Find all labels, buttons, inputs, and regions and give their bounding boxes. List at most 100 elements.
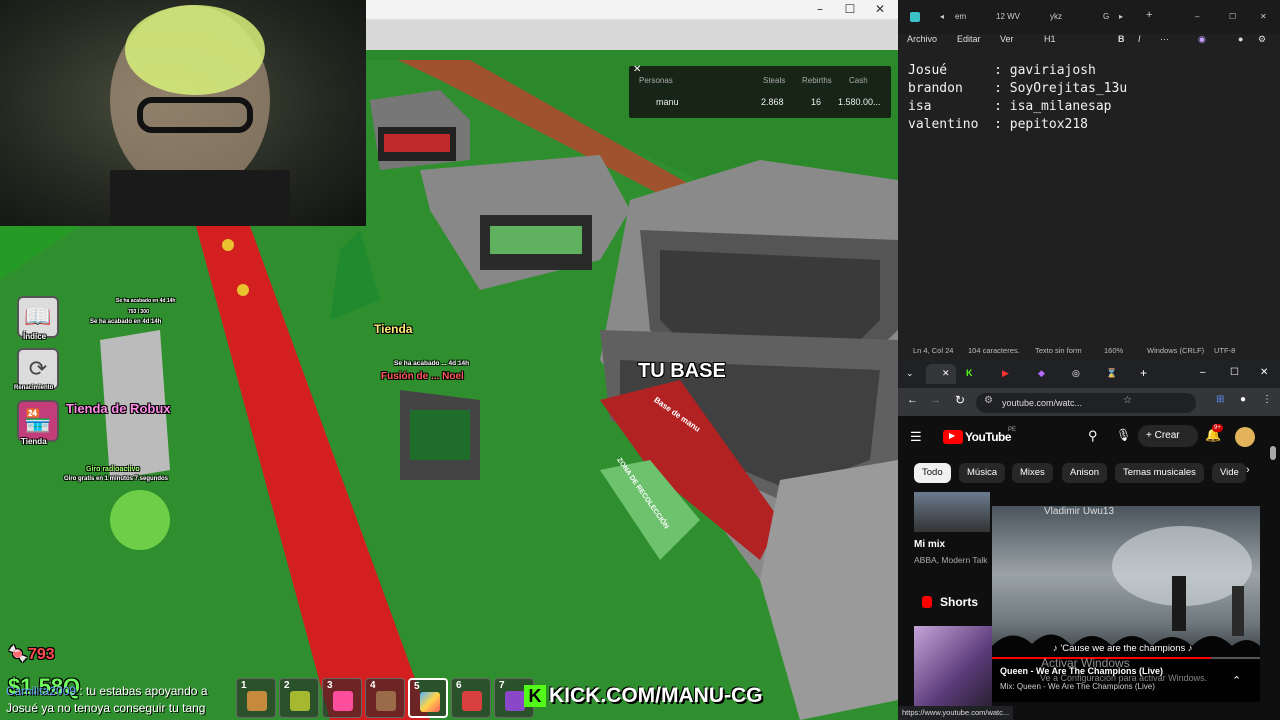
- create-button[interactable]: + Crear: [1138, 425, 1198, 447]
- notepad-window[interactable]: ◂ em 12 WV ykz G ▸ + – ☐ ✕ Archivo Edita…: [898, 0, 1280, 360]
- windows-watermark: Activar Windows: [1041, 656, 1130, 670]
- kick-url: KICK.COM/MANU-CG: [549, 684, 763, 707]
- browser-window[interactable]: ⌄ ✕ K ▶ ◆ ◎ ⌛ + – ☐ ✕ ← → ↻ ⊞ ● ⋮ youtub…: [898, 360, 1280, 720]
- italic-icon[interactable]: I: [1138, 34, 1141, 44]
- minimize-icon[interactable]: –: [1200, 367, 1206, 378]
- minimize-icon[interactable]: –: [1195, 12, 1199, 21]
- maximize-icon[interactable]: ☐: [1229, 12, 1236, 21]
- lb-player-rebirths: 16: [811, 97, 822, 107]
- mic-icon[interactable]: 🎙: [1116, 428, 1131, 442]
- refresh-icon: ⟳: [28, 356, 48, 381]
- hotbar-slot-4[interactable]: 4: [365, 678, 405, 718]
- close-icon[interactable]: ✕: [1260, 367, 1268, 378]
- hotbar-slot-2[interactable]: 2: [279, 678, 319, 718]
- scrollbar[interactable]: [1270, 446, 1276, 460]
- menu-editar[interactable]: Editar: [957, 34, 981, 44]
- more-icon[interactable]: ···: [1160, 34, 1169, 44]
- game-window[interactable]: – ☐ ✕ ✕ Personas Steals Rebirths Cash ma…: [0, 0, 898, 720]
- zoom-level: 160%: [1104, 346, 1124, 355]
- back-icon[interactable]: ◂: [940, 12, 944, 21]
- bookmark-star-icon[interactable]: ☆: [1123, 395, 1132, 406]
- chip-temas-musicales[interactable]: Temas musicales: [1115, 463, 1204, 483]
- maximize-icon[interactable]: ☐: [838, 2, 862, 16]
- tab-3[interactable]: ykz: [1050, 12, 1062, 21]
- game-titlebar: – ☐ ✕: [366, 0, 898, 20]
- tab-icon[interactable]: ◎: [1072, 368, 1080, 379]
- hamburger-menu-icon[interactable]: ☰: [910, 429, 922, 445]
- close-icon[interactable]: ✕: [942, 368, 950, 379]
- reload-icon[interactable]: ↻: [955, 393, 965, 407]
- shop-button-label: Tienda: [21, 437, 47, 446]
- search-icon[interactable]: ⚲: [1088, 428, 1098, 444]
- mix-subtitle: ABBA, Modern Talk: [914, 555, 988, 565]
- maximize-icon[interactable]: ☐: [1230, 367, 1239, 378]
- slot-number: 6: [456, 680, 462, 691]
- new-tab-icon[interactable]: +: [1140, 366, 1147, 380]
- play-icon: ▶: [949, 431, 956, 440]
- chip-musica[interactable]: Música: [959, 463, 1006, 483]
- lb-player-cash: 1.580.00...: [838, 97, 881, 107]
- rebirth-label: Renacimiento: [14, 385, 54, 391]
- account-icon[interactable]: ●: [1240, 394, 1246, 405]
- shop-button[interactable]: 🏪: [17, 400, 59, 442]
- forward-icon[interactable]: →: [930, 394, 941, 406]
- minimize-icon[interactable]: –: [808, 2, 832, 16]
- tab-icon[interactable]: ⌛: [1106, 368, 1117, 379]
- lb-player-steals: 2.868: [761, 97, 784, 107]
- encoding: UTF-8: [1214, 346, 1236, 355]
- youtube-tab-icon[interactable]: ▶: [1002, 368, 1009, 379]
- book-icon: 📖: [24, 304, 52, 329]
- rebirth-button[interactable]: ⟳: [17, 348, 59, 390]
- close-icon[interactable]: ✕: [868, 2, 892, 16]
- close-icon[interactable]: ✕: [633, 64, 641, 75]
- slot-number: 1: [241, 680, 247, 691]
- active-tab[interactable]: [926, 364, 956, 384]
- leaderboard: ✕ Personas Steals Rebirths Cash manu 2.8…: [629, 64, 891, 118]
- hotbar-slot-1[interactable]: 1: [236, 678, 276, 718]
- lb-header-personas: Personas: [639, 76, 673, 85]
- account-icon[interactable]: ●: [1238, 34, 1243, 44]
- webcam-overlay: [0, 0, 366, 226]
- gear-icon[interactable]: ⚙: [1258, 34, 1266, 45]
- menu-icon[interactable]: ⋮: [1262, 394, 1272, 405]
- tab-list-icon[interactable]: ⌄: [906, 368, 914, 379]
- tab-4[interactable]: G: [1103, 12, 1109, 21]
- avatar[interactable]: [1235, 427, 1255, 447]
- heading-dropdown[interactable]: H1: [1044, 34, 1056, 44]
- twitch-tab-icon[interactable]: ◆: [1038, 368, 1045, 379]
- menu-ver[interactable]: Ver: [1000, 34, 1014, 44]
- site-info-icon[interactable]: ⚙: [984, 395, 993, 406]
- windows-watermark-sub: Ve a Configuración para activar Windows.: [1040, 673, 1208, 683]
- bold-icon[interactable]: B: [1118, 34, 1125, 44]
- new-tab-icon[interactable]: +: [1146, 9, 1152, 21]
- chevron-up-icon[interactable]: ⌃: [1232, 674, 1241, 687]
- youtube-logo[interactable]: YouTube: [965, 430, 1012, 444]
- chip-anison[interactable]: Anison: [1062, 463, 1108, 483]
- shop-label: Tienda: [374, 322, 413, 336]
- chip-mixes[interactable]: Mixes: [1012, 463, 1053, 483]
- address-bar[interactable]: youtube.com/watc...: [976, 393, 1196, 413]
- lb-header-steals: Steals: [763, 76, 786, 85]
- mix-title[interactable]: Mi mix: [914, 539, 945, 550]
- tab-1[interactable]: em: [955, 12, 966, 21]
- item-icon: [376, 691, 396, 711]
- hotbar-slot-3[interactable]: 3: [322, 678, 362, 718]
- copilot-icon[interactable]: ◉: [1198, 34, 1206, 45]
- kick-tab-icon[interactable]: K: [966, 368, 973, 378]
- chat-message: Josué ya no tenoya conseguir tu tang: [6, 701, 206, 715]
- carpet-icon: [420, 692, 440, 712]
- translate-icon[interactable]: ⊞: [1216, 394, 1224, 405]
- chip-todo[interactable]: Todo: [914, 463, 951, 483]
- menu-archivo[interactable]: Archivo: [907, 34, 937, 44]
- hotbar-slot-5[interactable]: 5: [408, 678, 448, 718]
- short-thumbnail[interactable]: [914, 626, 992, 708]
- close-icon[interactable]: ✕: [1260, 12, 1267, 21]
- tab-2[interactable]: 12 WV: [996, 12, 1020, 21]
- forward-icon[interactable]: ▸: [1119, 12, 1123, 21]
- back-icon[interactable]: ←: [907, 394, 918, 406]
- hotbar-slot-6[interactable]: 6: [451, 678, 491, 718]
- chip-videos[interactable]: Vide: [1212, 463, 1246, 483]
- editor-content[interactable]: Josué : gaviriajosh brandon : SoyOrejita…: [908, 62, 1127, 134]
- mix-thumbnail[interactable]: [914, 492, 990, 532]
- chevron-right-icon[interactable]: ›: [1246, 464, 1250, 476]
